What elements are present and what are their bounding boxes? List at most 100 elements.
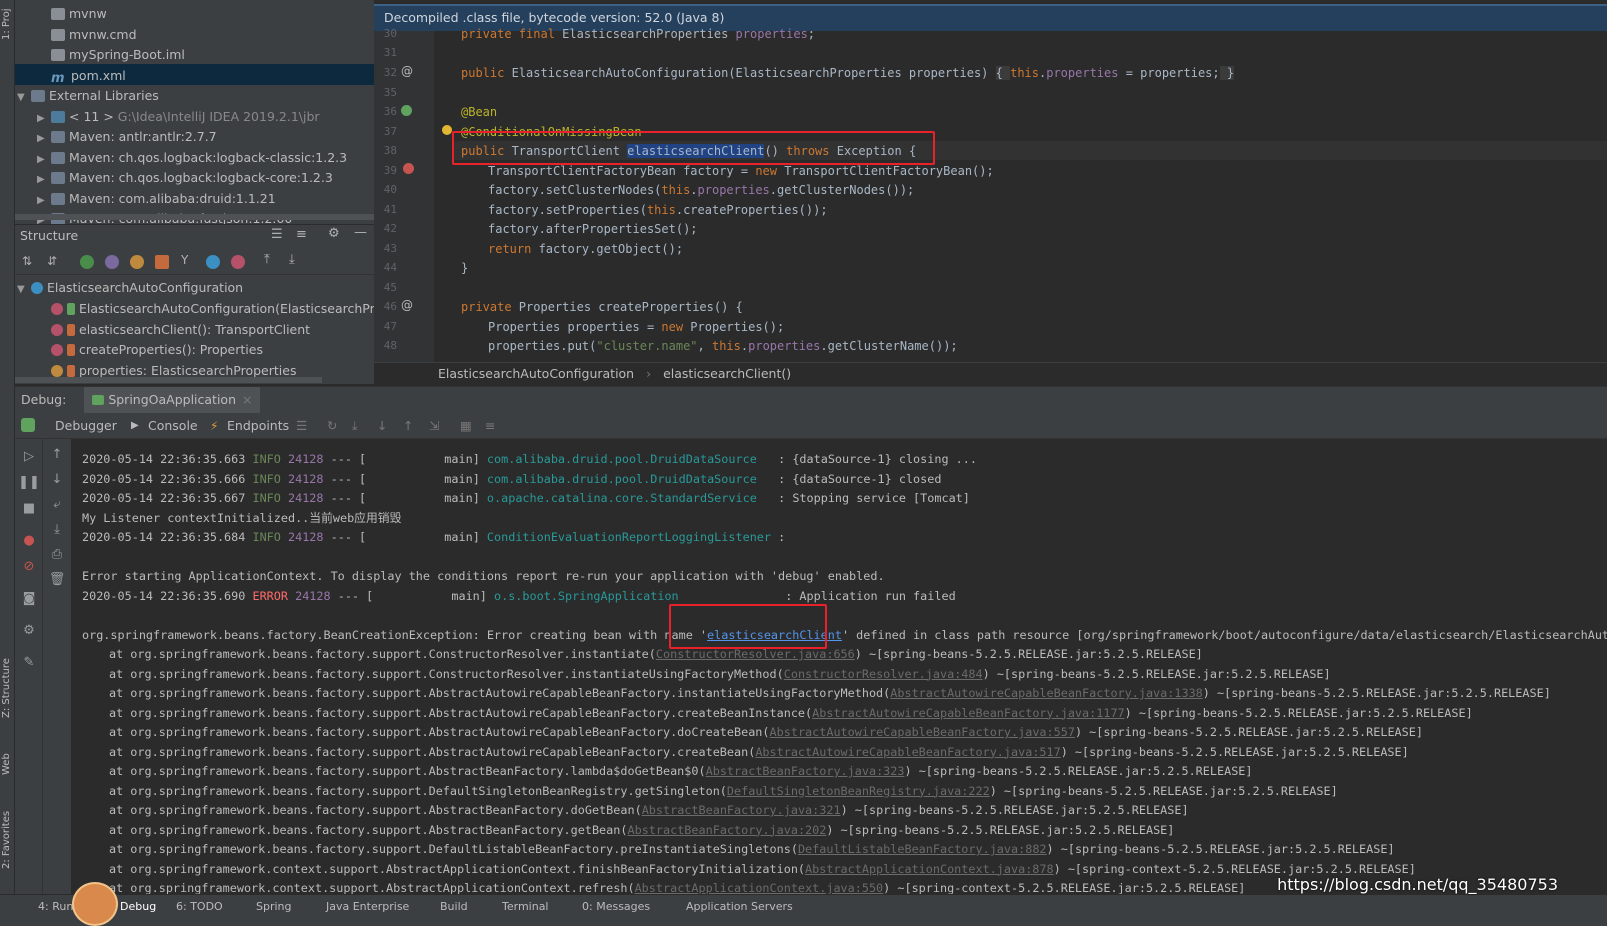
source-link[interactable]: ConstructorResolver.java:484 [784,667,983,681]
structure-scrollbar[interactable] [15,377,322,383]
pin-icon[interactable]: ✎ [15,655,43,670]
show-inherited-icon[interactable] [80,255,94,269]
soft-wrap-icon[interactable]: ⤶ [43,497,71,512]
anonymous-classes-icon[interactable] [206,255,220,269]
mute-breakpoints-icon[interactable]: ⊘ [15,559,43,574]
step-over-icon[interactable]: ⤓ [352,413,358,439]
sort-alpha-icon[interactable]: ⇵ [47,254,57,268]
show-execution-point-icon[interactable]: ↻ [327,413,337,439]
tree-item[interactable]: ▶ Maven: ch.qos.logback:logback-core:1.2.… [37,167,333,188]
show-lambdas-icon[interactable]: Y [181,253,188,267]
tree-item[interactable]: ▶ Maven: com.alibaba:druid:1.1.21 [37,188,276,209]
spring-bean-icon[interactable] [401,105,412,116]
resume-icon[interactable]: ▷ [15,449,43,464]
intention-bulb-icon[interactable] [442,125,452,135]
bottom-tab[interactable]: 0: Messages [582,899,650,915]
tree-item[interactable]: mySpring-Boot.iml [37,44,185,65]
structure-member[interactable]: ElasticsearchAutoConfiguration(Elasticse… [51,298,398,319]
down-arrow-icon[interactable]: ↓ [43,472,71,487]
run-config-tab[interactable]: SpringOaApplication × [84,387,261,413]
step-out-icon[interactable]: ↑ [403,413,413,439]
up-arrow-icon[interactable]: ↑ [43,447,71,462]
structure-tool-tab[interactable]: Z: Structure [0,648,16,728]
gear-icon[interactable]: ⚙ [328,226,340,241]
horizontal-scrollbar[interactable] [15,214,374,220]
tree-item[interactable]: mvnw.cmd [37,24,137,45]
source-link[interactable]: DefaultListableBeanFactory.java:882 [798,842,1047,856]
close-tab-icon[interactable]: × [242,392,252,407]
code-line[interactable]: } [461,259,468,277]
source-link[interactable]: AbstractBeanFactory.java:321 [642,803,841,817]
view-breakpoints-icon[interactable]: ● [15,533,43,548]
override-marker-icon[interactable]: @ [401,298,413,312]
show-properties-icon[interactable] [105,255,119,269]
structure-member[interactable]: createProperties(): Properties [51,339,263,360]
source-link[interactable]: AbstractBeanFactory.java:202 [627,823,826,837]
code-line[interactable]: return factory.getObject(); [488,240,683,258]
code-line[interactable]: @Bean [461,103,497,121]
pause-icon[interactable]: ❚❚ [15,475,43,490]
expand-arrow-icon[interactable]: ▼ [17,87,31,108]
clear-all-icon[interactable]: 🗑 [43,572,71,587]
structure-root[interactable]: ▼ ElasticsearchAutoConfiguration [17,277,243,298]
scroll-to-end-icon[interactable]: ⤓ [43,522,71,537]
step-into-icon[interactable]: ↓ [377,413,387,439]
code-line[interactable]: properties.put("cluster.name", this.prop… [488,337,958,355]
autoscroll-to-source-icon[interactable]: ⤒ [264,252,270,267]
source-link[interactable]: AbstractAutowireCapableBeanFactory.java:… [890,686,1203,700]
code-line[interactable]: Properties properties = new Properties()… [488,318,784,336]
breadcrumb-class[interactable]: ElasticsearchAutoConfiguration [438,366,634,381]
bottom-tab[interactable]: Application Servers [686,899,793,915]
project-tool-tab[interactable]: 1: Proj [0,4,16,44]
tab-endpoints[interactable]: Endpoints [227,413,289,439]
bottom-tab[interactable]: Build [440,899,468,915]
show-non-public-icon[interactable] [155,255,169,269]
trace-icon[interactable]: ≡ [485,413,495,439]
sort-by-type-icon[interactable]: ⇅ [22,254,32,268]
code-line[interactable]: private Properties createProperties() { [461,298,743,316]
tree-item[interactable]: mvnw [37,3,107,24]
camera-icon[interactable]: ◙ [15,591,43,606]
breadcrumb-method[interactable]: elasticsearchClient() [663,366,791,381]
debug-bug-icon[interactable] [21,418,35,432]
breakpoint-icon[interactable] [403,163,414,174]
tree-item[interactable]: ▶ Maven: ch.qos.logback:logback-classic:1… [37,147,347,168]
code-line[interactable]: public ElasticsearchAutoConfiguration(El… [461,64,1235,82]
code-line[interactable]: factory.afterPropertiesSet(); [488,220,698,238]
bottom-tab[interactable]: Terminal [502,899,549,915]
stop-icon[interactable]: ■ [15,501,43,516]
source-link[interactable]: AbstractApplicationContext.java:550 [635,881,884,895]
source-link[interactable]: AbstractAutowireCapableBeanFactory.java:… [755,745,1060,759]
print-icon[interactable]: ⎙ [43,547,71,562]
tree-item[interactable]: ▶ Maven: antlr:antlr:2.7.7 [37,126,217,147]
bottom-tab[interactable]: Spring [256,899,292,915]
bottom-tab[interactable]: Debug [120,899,156,915]
source-link[interactable]: AbstractBeanFactory.java:323 [706,764,905,778]
override-marker-icon[interactable]: @ [401,64,413,78]
bottom-tab[interactable]: 6: TODO [176,899,223,915]
bottom-tab[interactable]: Java Enterprise [326,899,409,915]
run-to-cursor-icon[interactable]: ⇲ [429,413,439,439]
settings-icon[interactable]: ⚙ [15,623,43,638]
code-line[interactable]: factory.setClusterNodes(this.properties.… [488,181,914,199]
source-link[interactable]: DefaultSingletonBeanRegistry.java:222 [727,784,990,798]
tree-item[interactable]: m pom.xml [37,65,126,86]
tab-debugger[interactable]: Debugger [55,413,117,439]
source-link[interactable]: AbstractAutowireCapableBeanFactory.java:… [812,706,1125,720]
source-link[interactable]: AbstractApplicationContext.java:878 [805,862,1054,876]
menu-icon[interactable]: ☰ [296,413,307,439]
tree-item[interactable]: ▼ External Libraries [17,85,159,106]
tree-item[interactable]: ▶ < 11 > G:\Idea\IntelliJ IDEA 2019.2.1\j… [37,106,320,127]
structure-member[interactable]: elasticsearchClient(): TransportClient [51,319,310,340]
minimize-icon[interactable]: — [354,225,367,240]
code-line[interactable]: private final ElasticsearchProperties pr… [461,25,815,43]
code-line[interactable]: factory.setProperties(this.createPropert… [488,201,828,219]
autoscroll-from-source-icon[interactable]: ⤓ [289,252,295,267]
collapse-all-icon[interactable]: ≡ [296,227,307,242]
show-fields-icon[interactable] [130,255,144,269]
web-tool-tab[interactable]: Web [0,742,16,787]
expand-all-icon[interactable]: ☰ [271,227,283,242]
favorites-tool-tab[interactable]: 2: Favorites [0,800,16,880]
tab-console[interactable]: Console [148,413,198,439]
source-link[interactable]: AbstractAutowireCapableBeanFactory.java:… [770,725,1075,739]
